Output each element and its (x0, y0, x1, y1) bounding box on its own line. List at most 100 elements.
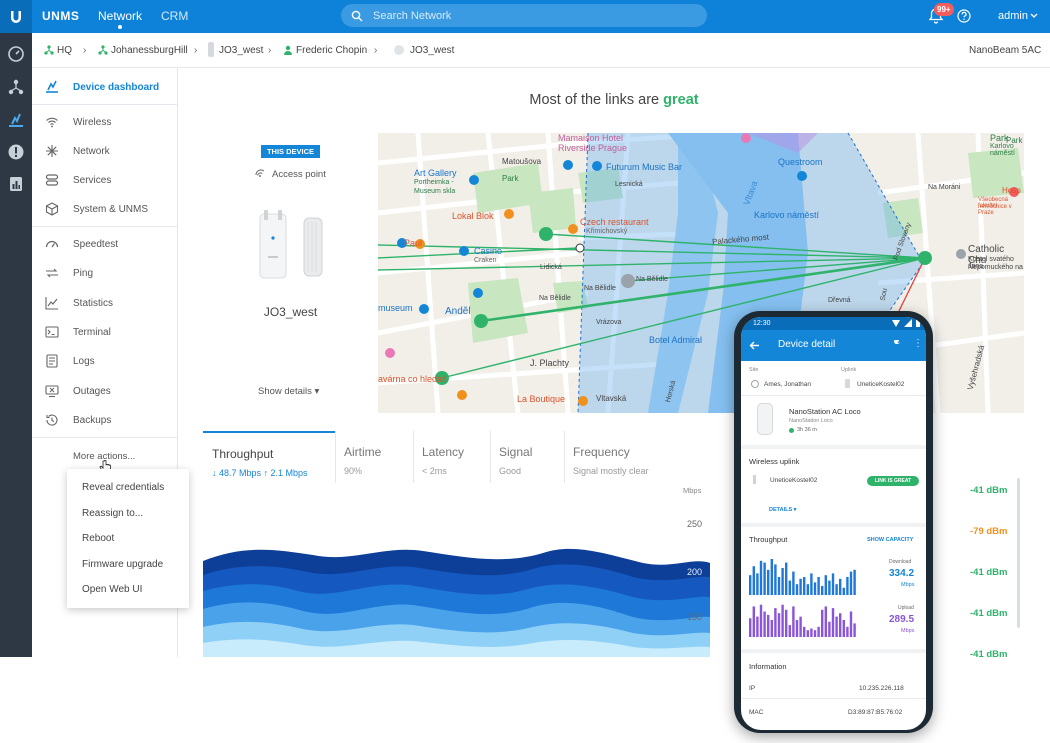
breadcrumb-item[interactable]: HQ (57, 45, 72, 56)
map-label: Anděl (445, 306, 471, 317)
uplink-device[interactable]: UneticeKostel02 (770, 477, 817, 484)
speedometer-icon (45, 240, 59, 248)
phone-device-name: NanoStation AC Loco (789, 407, 861, 416)
sidebar-item-label: Services (73, 174, 112, 186)
tab-signal[interactable]: Signal Good (490, 431, 564, 483)
reports-rail-icon[interactable] (7, 175, 25, 193)
tab-subtitle: Good (499, 466, 522, 476)
sidebar-item-logs[interactable]: Logs (32, 348, 178, 374)
details-button[interactable]: DETAILS ▾ (769, 507, 796, 513)
menu-item-open-web-ui[interactable]: Open Web UI (82, 584, 142, 595)
tab-throughput[interactable]: Throughput ↓ 48.7 Mbps ↑ 2.1 Mbps (203, 431, 335, 483)
download-label: Download (889, 559, 912, 565)
site-label: Site (749, 367, 759, 373)
throughput-bar (839, 613, 842, 637)
throughput-bar (821, 609, 824, 637)
tab-frequency[interactable]: Frequency Signal mostly clear (564, 431, 710, 483)
user-menu[interactable]: admin (998, 10, 1028, 22)
throughput-bar (781, 604, 784, 637)
details-label: DETAILS (769, 507, 793, 513)
help-icon[interactable] (957, 9, 971, 23)
back-arrow-icon[interactable] (749, 340, 760, 351)
more-vert-icon[interactable]: ⋮ (913, 338, 923, 350)
headline-status: great (663, 92, 699, 108)
map-label: Lesnická (615, 181, 643, 188)
sidebar-item-terminal[interactable]: Terminal (32, 319, 178, 345)
throughput-bar (792, 606, 795, 637)
active-nav-indicator (118, 25, 122, 29)
client-icon (284, 45, 292, 55)
throughput-bar (795, 620, 799, 637)
sidebar-item-services[interactable]: Services (32, 167, 178, 193)
sidebar-item-network[interactable]: Network (32, 138, 178, 164)
map-label: Portheimka - (414, 179, 454, 186)
menu-item-firmware-upgrade[interactable]: Firmware upgrade (82, 559, 163, 570)
map-label: Art Gallery (414, 168, 457, 178)
throughput-bar (777, 577, 781, 595)
dashboard-rail-icon[interactable] (7, 45, 25, 63)
throughput-bar (756, 616, 759, 637)
uplink-value[interactable]: UneticeKostel02 (857, 381, 904, 388)
phone-time: 12:30 (753, 320, 771, 327)
alert-rail-icon[interactable] (7, 143, 25, 161)
throughput-bar (777, 613, 781, 637)
sidebar-item-system[interactable]: System & UNMS (32, 196, 178, 222)
search-input[interactable]: Search Network (341, 4, 707, 27)
signal-value: -41 dBm (970, 649, 1008, 660)
ping-icon (46, 268, 58, 278)
sidebar-item-wireless[interactable]: Wireless (32, 109, 178, 135)
backup-icon (46, 414, 58, 426)
menu-item-reassign[interactable]: Reassign to... (82, 508, 143, 519)
throughput-bar (752, 606, 755, 637)
device-product-image (259, 210, 323, 279)
map-label: Dřevná (828, 297, 851, 304)
nav-network[interactable]: Network (98, 9, 142, 23)
throughput-bar (767, 569, 770, 595)
download-bar-chart (749, 559, 856, 595)
sidebar-item-speedtest[interactable]: Speedtest (32, 231, 178, 257)
nav-crm[interactable]: CRM (161, 9, 188, 23)
throughput-bar (785, 562, 788, 595)
breadcrumb-item[interactable]: JO3_west (219, 45, 263, 56)
phone-app-bar: Device detail ⋮ (741, 330, 926, 361)
map-label: Craken (474, 257, 497, 264)
topology-rail-icon[interactable] (7, 78, 25, 96)
scrollbar[interactable] (1017, 478, 1020, 628)
breadcrumb-item[interactable]: Frederic Chopin (296, 45, 367, 56)
throughput-bar (846, 577, 849, 595)
site-value[interactable]: Ames, Jonathan (764, 381, 811, 388)
y-axis-tick: 200 (687, 567, 703, 577)
devices-rail-icon[interactable] (7, 111, 25, 129)
menu-item-reboot[interactable]: Reboot (82, 533, 114, 544)
phone-status-bar: 12:30 (741, 317, 926, 330)
map-label: Casino (474, 246, 503, 256)
sidebar-item-outages[interactable]: Outages (32, 378, 178, 404)
throughput-bar (828, 580, 831, 595)
system-icon (45, 202, 59, 216)
unms-logo[interactable] (0, 0, 32, 33)
sidebar-item-device-dashboard[interactable]: Device dashboard (32, 74, 178, 100)
sidebar-item-statistics[interactable]: Statistics (32, 290, 178, 316)
throughput-bar (824, 606, 827, 637)
phone-device-model: NanoStation Loco (789, 418, 833, 424)
show-details-button[interactable]: Show details ▾ (258, 386, 319, 397)
chevron-down-icon[interactable] (1030, 13, 1038, 19)
download-unit: Mbps (901, 582, 915, 588)
search-icon (351, 10, 363, 21)
sidebar-item-ping[interactable]: Ping (32, 260, 178, 286)
breadcrumb-separator: › (374, 45, 378, 56)
breadcrumb-item[interactable]: JohanessburgHill (111, 45, 188, 56)
statistics-panel: Throughput ↓ 48.7 Mbps ↑ 2.1 Mbps Airtim… (203, 431, 710, 657)
map-label: Na Bělidle (584, 285, 616, 292)
wrench-icon[interactable] (891, 340, 901, 350)
tab-title: Signal (499, 445, 533, 459)
sidebar-item-backups[interactable]: Backups (32, 407, 178, 433)
headline-text: Most of the links are (529, 92, 664, 108)
map-label: Na Bělidle (636, 276, 668, 283)
network-icon (46, 145, 58, 157)
menu-item-reveal-credentials[interactable]: Reveal credentials (82, 482, 164, 493)
tab-airtime[interactable]: Airtime 90% (335, 431, 413, 483)
show-capacity-button[interactable]: SHOW CAPACITY (867, 537, 913, 543)
tab-latency[interactable]: Latency < 2ms (413, 431, 490, 483)
breadcrumb: HQ › JohanessburgHill › JO3_west › Frede… (32, 33, 1050, 68)
